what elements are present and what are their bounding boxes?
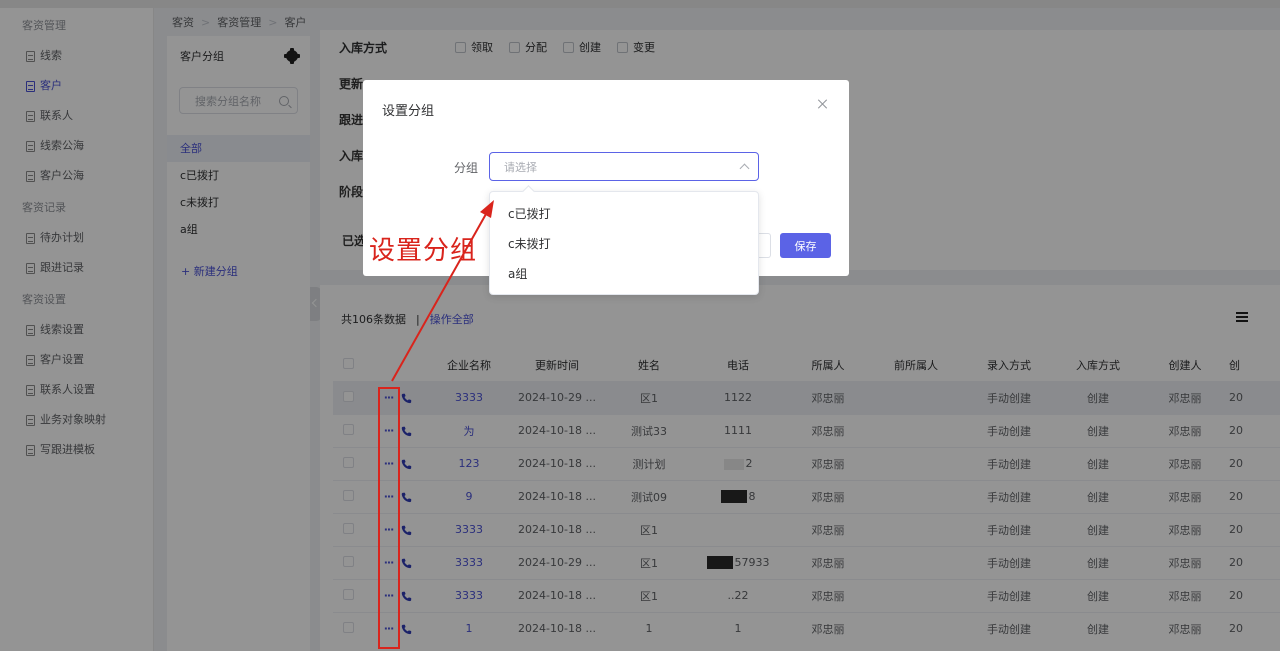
- annotation-arrow: [391, 200, 494, 382]
